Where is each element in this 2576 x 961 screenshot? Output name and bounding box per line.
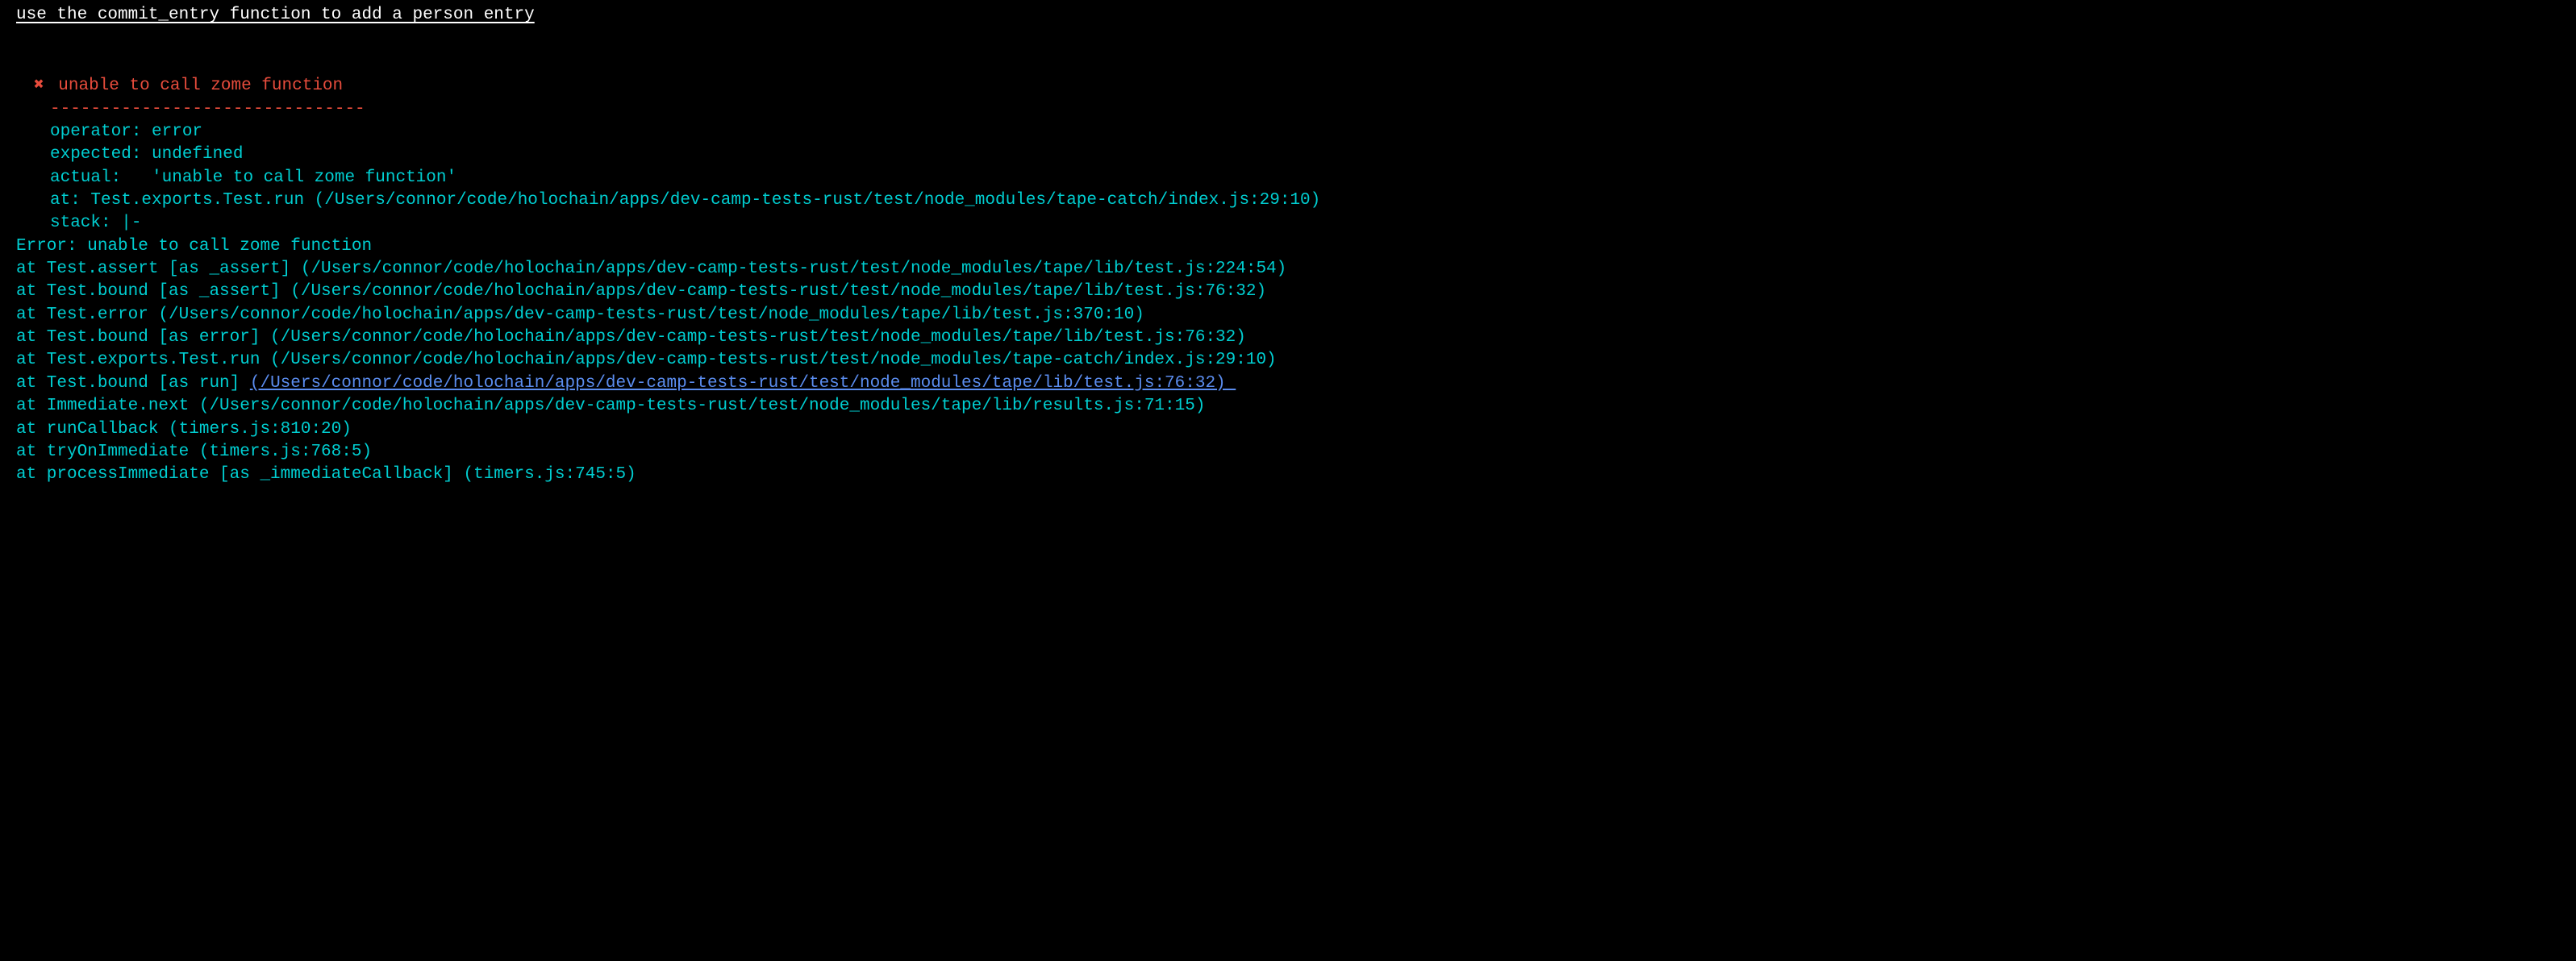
stack-frame: at Test.assert [as _assert] (/Users/conn… xyxy=(16,258,2576,281)
stack-frame-with-link: at Test.bound [as run] (/Users/connor/co… xyxy=(16,372,2576,395)
detail-expected: expected: undefined xyxy=(50,144,2576,166)
test-title: use the commit_entry function to add a p… xyxy=(0,0,2576,31)
stack-frame: at Test.bound [as error] (/Users/connor/… xyxy=(16,327,2576,349)
test-title-text: use the commit_entry function to add a p… xyxy=(16,6,535,24)
detail-at: at: Test.exports.Test.run (/Users/connor… xyxy=(50,189,2576,212)
stack-frame: at runCallback (timers.js:810:20) xyxy=(16,418,2576,441)
error-details: operator: error expected: undefined actu… xyxy=(16,121,2576,235)
stack-frame: at tryOnImmediate (timers.js:768:5) xyxy=(16,441,2576,464)
stack-frame: at Test.error (/Users/connor/code/holoch… xyxy=(16,304,2576,327)
stack-trace: Error: unable to call zome function at T… xyxy=(16,235,2576,487)
stack-frame: at Test.bound [as _assert] (/Users/conno… xyxy=(16,281,2576,303)
stack-error-line: Error: unable to call zome function xyxy=(16,235,2576,258)
fail-icon: ✖ xyxy=(34,77,44,95)
stack-frame-prefix: at Test.bound [as run] xyxy=(16,374,250,393)
error-header: ✖ unable to call zome function xyxy=(16,75,2576,98)
error-section: ✖ unable to call zome function ---------… xyxy=(0,75,2576,486)
stack-frame: at Immediate.next (/Users/connor/code/ho… xyxy=(16,395,2576,418)
error-message: unable to call zome function xyxy=(58,77,343,95)
error-divider: ------------------------------- xyxy=(16,98,2576,121)
detail-operator: operator: error xyxy=(50,121,2576,144)
detail-actual: actual: 'unable to call zome function' xyxy=(50,167,2576,189)
stack-frame: at processImmediate [as _immediateCallba… xyxy=(16,464,2576,486)
detail-stack-label: stack: |- xyxy=(50,212,2576,235)
stack-frame: at Test.exports.Test.run (/Users/connor/… xyxy=(16,349,2576,372)
stack-frame-file-link[interactable]: (/Users/connor/code/holochain/apps/dev-c… xyxy=(250,374,1236,393)
